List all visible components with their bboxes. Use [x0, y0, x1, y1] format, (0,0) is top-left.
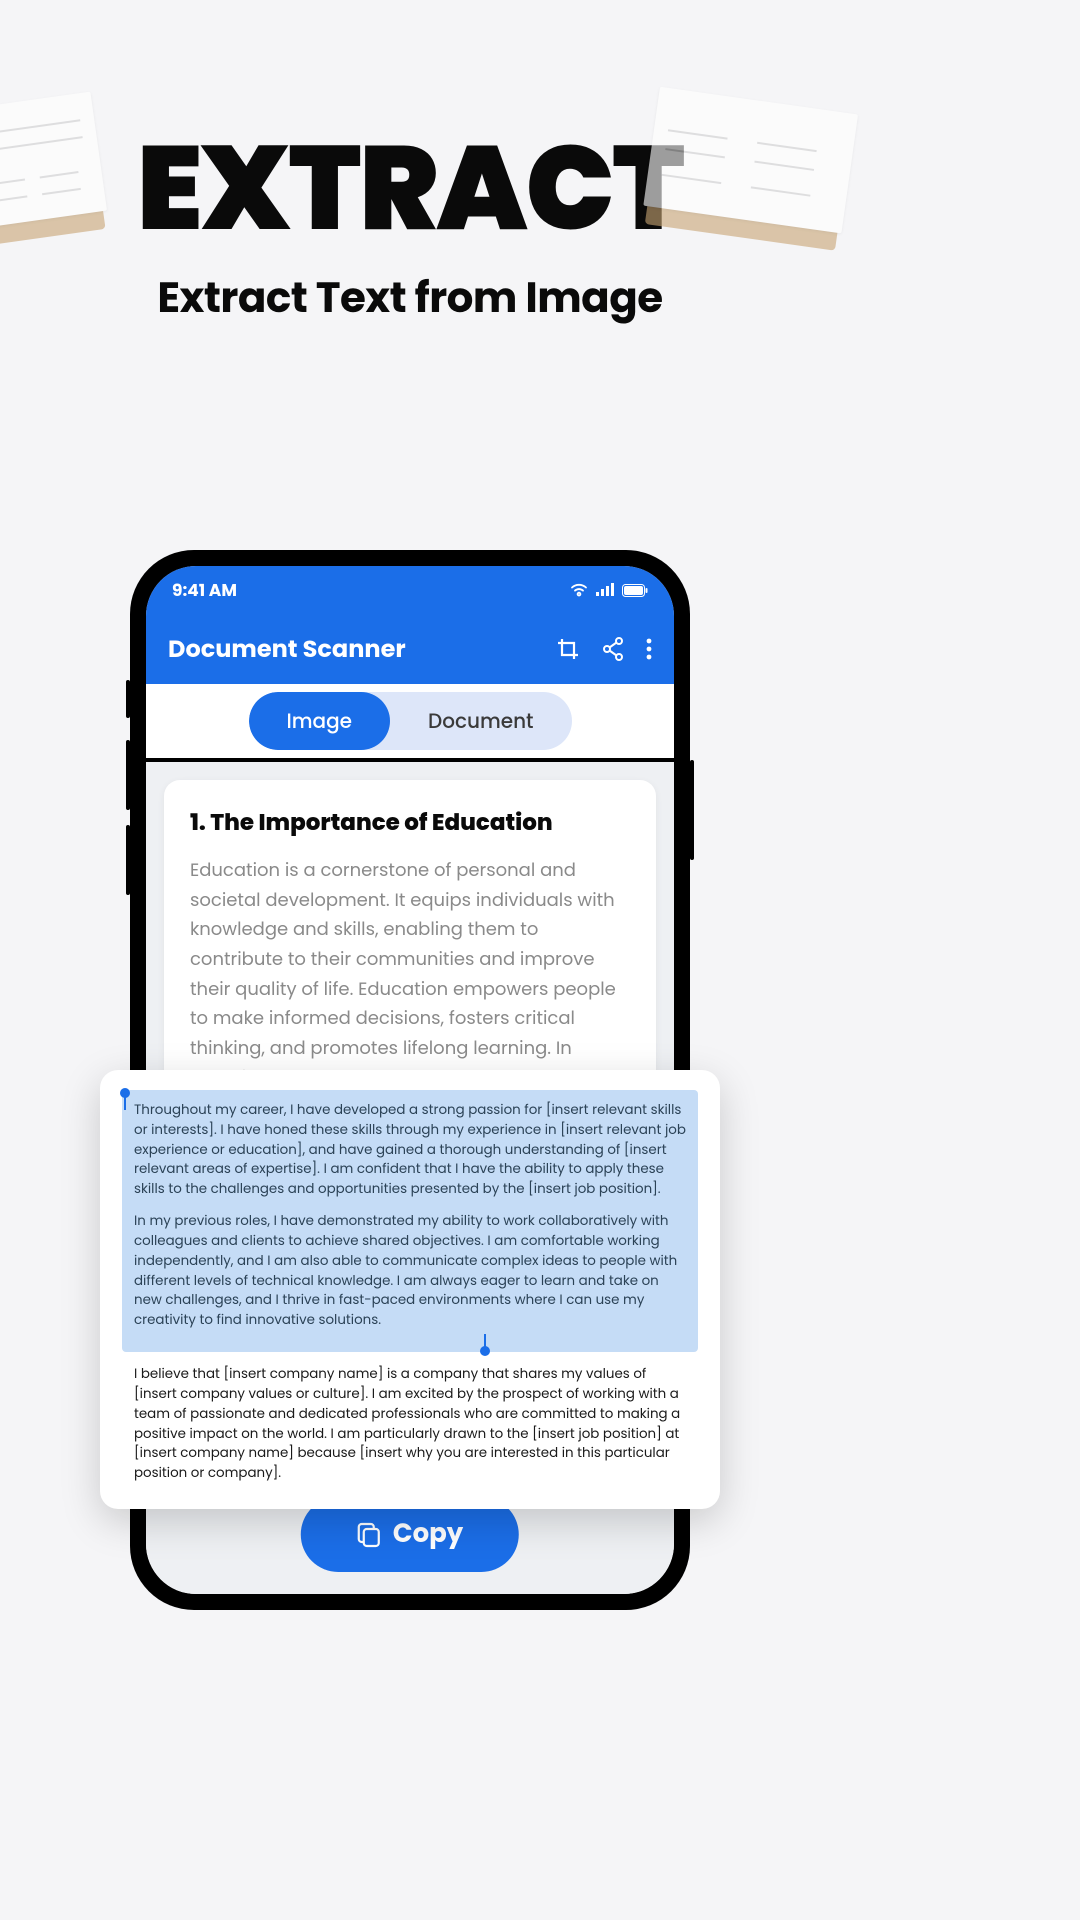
wifi-icon	[570, 583, 588, 597]
unselected-paragraph: I believe that [insert company name] is …	[122, 1352, 698, 1483]
crop-icon[interactable]	[556, 637, 580, 661]
tab-document[interactable]: Document	[390, 692, 571, 750]
signal-icon	[596, 583, 614, 597]
status-time: 9:41 AM	[172, 577, 237, 603]
selected-text-block[interactable]: Throughout my career, I have developed a…	[122, 1090, 698, 1352]
copy-icon	[357, 1522, 381, 1548]
status-bar: 9:41 AM	[146, 566, 674, 614]
decor-paper-top-left	[0, 92, 108, 239]
decor-paper-top-right	[642, 87, 858, 244]
tab-image[interactable]: Image	[249, 692, 391, 750]
card-title: 1. The Importance of Education	[190, 806, 630, 840]
copy-label: Copy	[393, 1515, 463, 1554]
app-bar: Document Scanner	[146, 614, 674, 684]
selected-paragraph-2: In my previous roles, I have demonstrate…	[134, 1211, 686, 1330]
more-icon[interactable]	[646, 638, 652, 660]
battery-icon	[622, 584, 648, 597]
selection-handle-start[interactable]	[120, 1088, 130, 1098]
tab-bar: Image Document	[146, 684, 674, 762]
extracted-text-overlay: Throughout my career, I have developed a…	[100, 1070, 720, 1509]
share-icon[interactable]	[602, 637, 624, 661]
selected-paragraph-1: Throughout my career, I have developed a…	[134, 1100, 686, 1199]
app-title: Document Scanner	[168, 632, 406, 667]
hero-subtitle: Extract Text from Image	[0, 266, 820, 329]
